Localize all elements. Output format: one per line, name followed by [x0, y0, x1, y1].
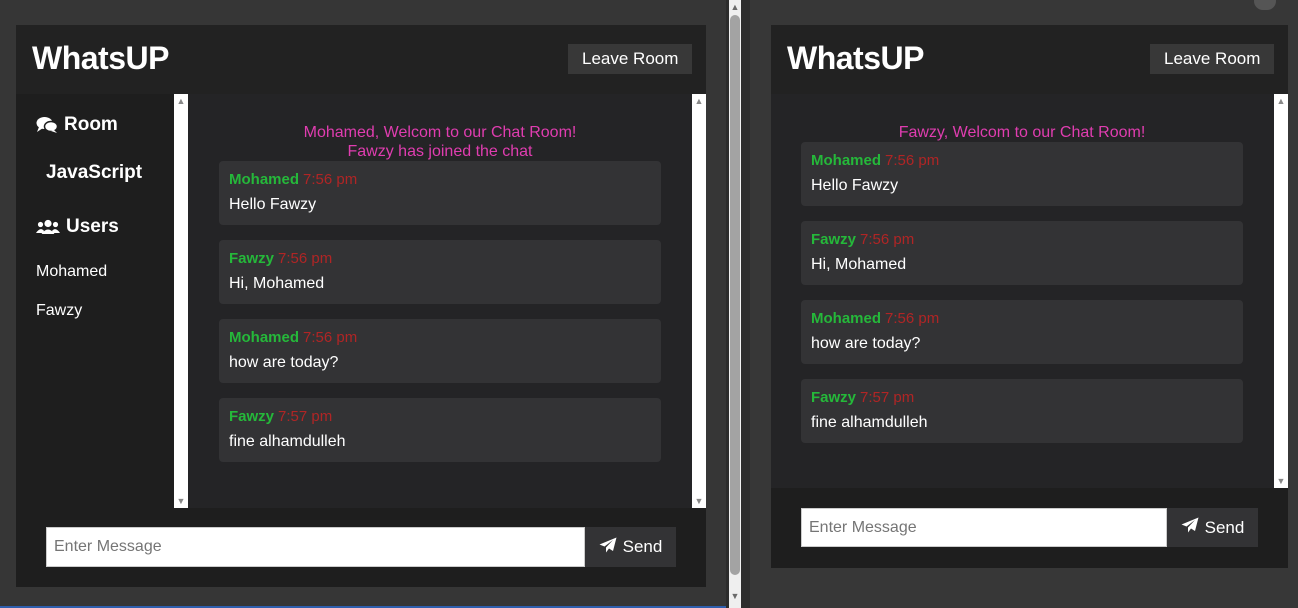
- message-text: fine alhamdulleh: [811, 414, 928, 431]
- chat-messages[interactable]: Fawzy, Welcom to our Chat Room! Mohamed 7…: [771, 94, 1288, 488]
- app-logo: WhatsUP: [32, 40, 169, 76]
- scroll-down-icon[interactable]: ▼: [692, 494, 706, 508]
- message-time: 7:57 pm: [278, 408, 333, 425]
- message-time: 7:56 pm: [885, 152, 940, 169]
- send-label: Send: [1204, 517, 1245, 537]
- user-item: Fawzy: [36, 302, 83, 319]
- message-form: Send: [46, 527, 676, 567]
- message-meta: Fawzy 7:56 pm: [229, 250, 332, 267]
- scroll-up-icon[interactable]: ▲: [1274, 94, 1288, 108]
- message-form: Send: [801, 508, 1258, 547]
- room-heading-label: Room: [64, 114, 118, 135]
- system-message: Mohamed, Welcom to our Chat Room!: [303, 124, 577, 141]
- message-input[interactable]: [801, 508, 1167, 547]
- message-author: Fawzy: [229, 250, 275, 267]
- message-meta: Fawzy 7:57 pm: [811, 389, 914, 406]
- message-time: 7:56 pm: [885, 310, 940, 327]
- user-item: Mohamed: [36, 263, 108, 280]
- users-heading: Users: [36, 216, 119, 238]
- scroll-down-icon[interactable]: ▼: [729, 590, 741, 602]
- users-heading-label: Users: [66, 216, 119, 237]
- message-meta: Fawzy 7:56 pm: [811, 231, 914, 248]
- message-text: how are today?: [229, 354, 339, 371]
- app-header: WhatsUP Leave Room: [16, 25, 706, 94]
- left-window-pane: WhatsUP Leave Room Room JavaScript Users…: [0, 0, 726, 608]
- chat-messages[interactable]: ▲ ▼ Mohamed, Welcom to our Chat Room! Fa…: [174, 94, 706, 508]
- message-card: Mohamed 7:56 pm how are today?: [219, 319, 661, 383]
- leave-room-button[interactable]: Leave Room: [1150, 44, 1275, 74]
- message-text: Hi, Mohamed: [229, 275, 325, 292]
- window-scrollbar-thumb[interactable]: [730, 15, 740, 575]
- scroll-up-icon[interactable]: ▲: [174, 94, 188, 108]
- message-text: how are today?: [811, 335, 921, 352]
- send-button[interactable]: Send: [585, 527, 676, 567]
- message-card: Mohamed 7:56 pm Hello Fawzy: [801, 142, 1243, 206]
- message-time: 7:56 pm: [303, 329, 358, 346]
- scroll-down-icon[interactable]: ▼: [174, 494, 188, 508]
- room-heading: Room: [36, 114, 118, 136]
- message-author: Mohamed: [229, 329, 300, 346]
- system-message: Fawzy has joined the chat: [347, 143, 533, 160]
- scroll-down-icon[interactable]: ▼: [1274, 474, 1288, 488]
- room-name: JavaScript: [46, 162, 143, 183]
- ellipsis-icon[interactable]: ···: [1254, 0, 1276, 10]
- message-card: Mohamed 7:56 pm how are today?: [801, 300, 1243, 364]
- message-card: Fawzy 7:56 pm Hi, Mohamed: [801, 221, 1243, 285]
- scroll-up-icon[interactable]: ▲: [692, 94, 706, 108]
- leave-room-button[interactable]: Leave Room: [568, 44, 693, 74]
- message-time: 7:56 pm: [278, 250, 333, 267]
- message-text: Hello Fawzy: [811, 177, 899, 194]
- comments-icon: [36, 116, 58, 134]
- message-meta: Mohamed 7:56 pm: [229, 329, 357, 346]
- users-icon: [36, 219, 60, 235]
- message-time: 7:56 pm: [860, 231, 915, 248]
- chat-scrollbar[interactable]: ▲ ▼: [1274, 94, 1288, 488]
- message-meta: Fawzy 7:57 pm: [229, 408, 332, 425]
- app-header: WhatsUP Leave Room: [771, 25, 1288, 94]
- message-author: Fawzy: [811, 231, 857, 248]
- send-label: Send: [622, 537, 663, 556]
- message-text: Hi, Mohamed: [811, 256, 907, 273]
- message-time: 7:57 pm: [860, 389, 915, 406]
- message-author: Fawzy: [229, 408, 275, 425]
- sidebar-scrollbar[interactable]: ▲ ▼: [174, 94, 188, 508]
- scroll-up-icon[interactable]: ▲: [729, 1, 741, 13]
- paper-plane-icon: [1181, 517, 1199, 538]
- message-author: Mohamed: [229, 171, 300, 188]
- message-text: Hello Fawzy: [229, 196, 317, 213]
- chat-app-left: WhatsUP Leave Room Room JavaScript Users…: [16, 25, 706, 587]
- message-author: Mohamed: [811, 310, 882, 327]
- message-card: Fawzy 7:56 pm Hi, Mohamed: [219, 240, 661, 304]
- message-time: 7:56 pm: [303, 171, 358, 188]
- message-meta: Mohamed 7:56 pm: [811, 310, 939, 327]
- chat-app-right: WhatsUP Leave Room Fawzy, Welcom to our …: [771, 25, 1288, 568]
- message-meta: Mohamed 7:56 pm: [229, 171, 357, 188]
- message-meta: Mohamed 7:56 pm: [811, 152, 939, 169]
- message-input[interactable]: [46, 527, 585, 567]
- message-author: Mohamed: [811, 152, 882, 169]
- message-text: fine alhamdulleh: [229, 433, 346, 450]
- system-message: Fawzy, Welcom to our Chat Room!: [898, 124, 1146, 141]
- paper-plane-icon: [599, 537, 617, 558]
- message-card: Fawzy 7:57 pm fine alhamdulleh: [219, 398, 661, 462]
- app-logo: WhatsUP: [787, 40, 924, 76]
- message-card: Fawzy 7:57 pm fine alhamdulleh: [801, 379, 1243, 443]
- send-button[interactable]: Send: [1167, 508, 1258, 547]
- message-card: Mohamed 7:56 pm Hello Fawzy: [219, 161, 661, 225]
- sidebar: Room JavaScript Users Mohamed Fawzy: [16, 94, 174, 508]
- chat-scrollbar[interactable]: ▲ ▼: [692, 94, 706, 508]
- message-author: Fawzy: [811, 389, 857, 406]
